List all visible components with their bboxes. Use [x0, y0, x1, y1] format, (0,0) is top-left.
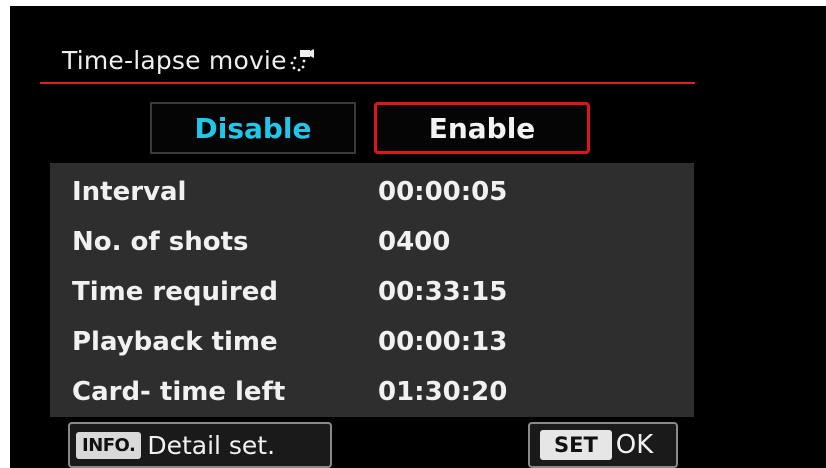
ok-button[interactable]: SET OK: [528, 422, 678, 468]
setting-value: 00:00:05: [378, 177, 508, 207]
setting-value: 00:00:13: [378, 327, 508, 357]
detail-settings-button[interactable]: INFO. Detail set.: [68, 422, 332, 468]
set-button-badge: SET: [540, 430, 612, 460]
detail-settings-label: Detail set.: [147, 430, 276, 460]
disable-option-button[interactable]: Disable: [150, 102, 356, 154]
setting-row-interval[interactable]: Interval 00:00:05: [50, 167, 694, 217]
setting-value: 01:30:20: [378, 377, 508, 407]
setting-value: 0400: [378, 227, 451, 257]
title-divider: [40, 82, 695, 84]
ok-label: OK: [615, 430, 654, 460]
page-title-text: Time-lapse movie: [62, 46, 287, 75]
setting-value: 00:33:15: [378, 277, 508, 307]
setting-label: No. of shots: [72, 227, 249, 257]
setting-label: Card- time left: [72, 377, 286, 407]
enable-option-label: Enable: [428, 111, 536, 145]
setting-label: Playback time: [72, 327, 278, 357]
setting-row-playback-time: Playback time 00:00:13: [50, 317, 694, 367]
setting-row-shots[interactable]: No. of shots 0400: [50, 217, 694, 267]
setting-label: Interval: [72, 177, 187, 207]
camera-lcd-screen: Time-lapse movie Disable Enable Interval…: [10, 6, 826, 468]
disable-option-label: Disable: [194, 111, 312, 145]
settings-panel: Interval 00:00:05 No. of shots 0400 Time…: [50, 163, 694, 417]
info-button-badge: INFO.: [76, 431, 142, 459]
time-lapse-movie-icon: [288, 47, 314, 73]
enable-option-button[interactable]: Enable: [374, 102, 590, 154]
setting-label: Time required: [72, 277, 278, 307]
page-title: Time-lapse movie: [62, 46, 314, 75]
setting-row-card-time-left: Card- time left 01:30:20: [50, 367, 694, 417]
setting-row-time-required: Time required 00:33:15: [50, 267, 694, 317]
